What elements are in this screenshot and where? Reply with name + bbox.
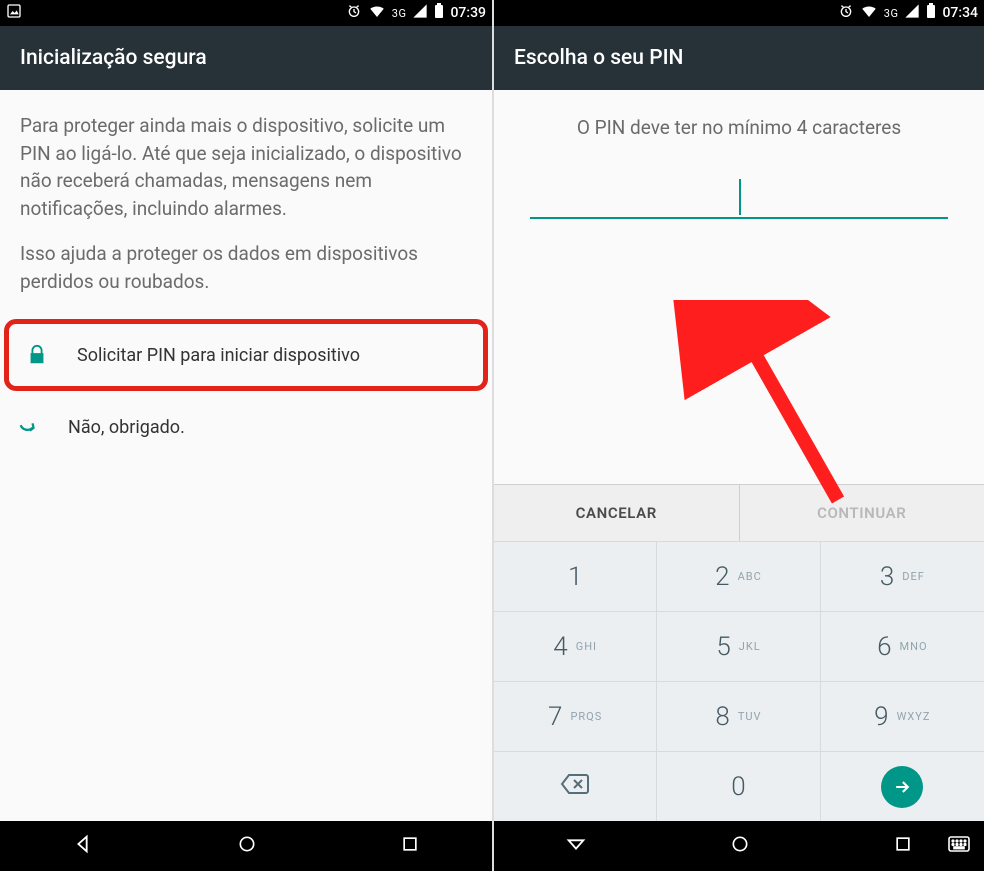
page-title: Escolha o seu PIN [514, 46, 683, 70]
battery-icon [926, 3, 936, 23]
key-1[interactable]: 1 [494, 541, 657, 611]
content-area: Para proteger ainda mais o dispositivo, … [0, 90, 492, 295]
nav-recent-icon[interactable] [400, 834, 420, 858]
status-bar: 3G 07:39 [0, 0, 492, 26]
cancel-button[interactable]: CANCELAR [494, 485, 740, 541]
key-6[interactable]: 6MNO [821, 611, 984, 681]
screen-secure-startup: 3G 07:39 Inicialização segura Para prote… [0, 0, 492, 871]
action-bar: CANCELAR CONTINUAR [494, 484, 984, 541]
nav-back-down-icon[interactable] [565, 833, 587, 859]
description-p2: Isso ajuda a proteger os dados em dispos… [20, 240, 472, 295]
app-bar: Escolha o seu PIN [494, 26, 984, 90]
nav-back-icon[interactable] [72, 833, 94, 859]
status-bar: 3G 07:34 [494, 0, 984, 26]
skip-icon [14, 416, 42, 438]
key-3[interactable]: 3DEF [821, 541, 984, 611]
page-title: Inicialização segura [20, 46, 207, 70]
continue-button[interactable]: CONTINUAR [740, 485, 984, 541]
keyboard-switch-icon[interactable] [948, 836, 970, 856]
app-bar: Inicialização segura [0, 26, 492, 90]
key-8[interactable]: 8TUV [657, 681, 820, 751]
image-icon [6, 3, 22, 23]
options-list: Solicitar PIN para iniciar dispositivo N… [0, 319, 492, 463]
continue-button-label: CONTINUAR [817, 504, 906, 522]
nav-bar [0, 821, 492, 871]
key-7[interactable]: 7PRQS [494, 681, 657, 751]
key-2[interactable]: 2ABC [657, 541, 820, 611]
battery-icon [434, 3, 444, 23]
alarm-icon [346, 3, 362, 23]
backspace-icon [560, 773, 590, 800]
clock-label: 07:39 [450, 5, 486, 21]
network-label: 3G [392, 7, 407, 20]
key-enter[interactable] [821, 751, 984, 821]
lock-icon [23, 344, 51, 366]
alarm-icon [838, 3, 854, 23]
key-5[interactable]: 5JKL [657, 611, 820, 681]
key-4[interactable]: 4GHI [494, 611, 657, 681]
description-p1: Para proteger ainda mais o dispositivo, … [20, 112, 472, 222]
nav-home-icon[interactable] [237, 834, 257, 858]
wifi-icon [860, 2, 878, 24]
wifi-icon [368, 2, 386, 24]
key-0[interactable]: 0 [657, 751, 820, 821]
nav-bar [494, 821, 984, 871]
signal-icon [412, 3, 428, 23]
option-require-pin-label: Solicitar PIN para iniciar dispositivo [77, 345, 360, 366]
clock-label: 07:34 [942, 5, 978, 21]
cancel-button-label: CANCELAR [576, 504, 657, 522]
signal-icon [904, 3, 920, 23]
network-label: 3G [884, 7, 899, 20]
screen-choose-pin: 3G 07:34 Escolha o seu PIN O PIN deve te… [492, 0, 984, 871]
option-require-pin[interactable]: Solicitar PIN para iniciar dispositivo [4, 319, 488, 391]
nav-home-icon[interactable] [730, 834, 750, 858]
pin-input[interactable] [530, 175, 948, 219]
pin-area: O PIN deve ter no mínimo 4 caracteres CA… [494, 90, 984, 821]
pin-instruction: O PIN deve ter no mínimo 4 caracteres [494, 116, 984, 139]
numeric-keypad: 1 2ABC 3DEF 4GHI 5JKL 6MNO 7PRQS 8TUV 9W… [494, 541, 984, 821]
key-9[interactable]: 9WXYZ [821, 681, 984, 751]
nav-recent-icon[interactable] [893, 834, 913, 858]
option-no-thanks-label: Não, obrigado. [68, 417, 185, 438]
text-cursor [739, 179, 741, 215]
key-backspace[interactable] [494, 751, 657, 821]
enter-icon [881, 766, 923, 808]
option-no-thanks[interactable]: Não, obrigado. [0, 391, 492, 463]
